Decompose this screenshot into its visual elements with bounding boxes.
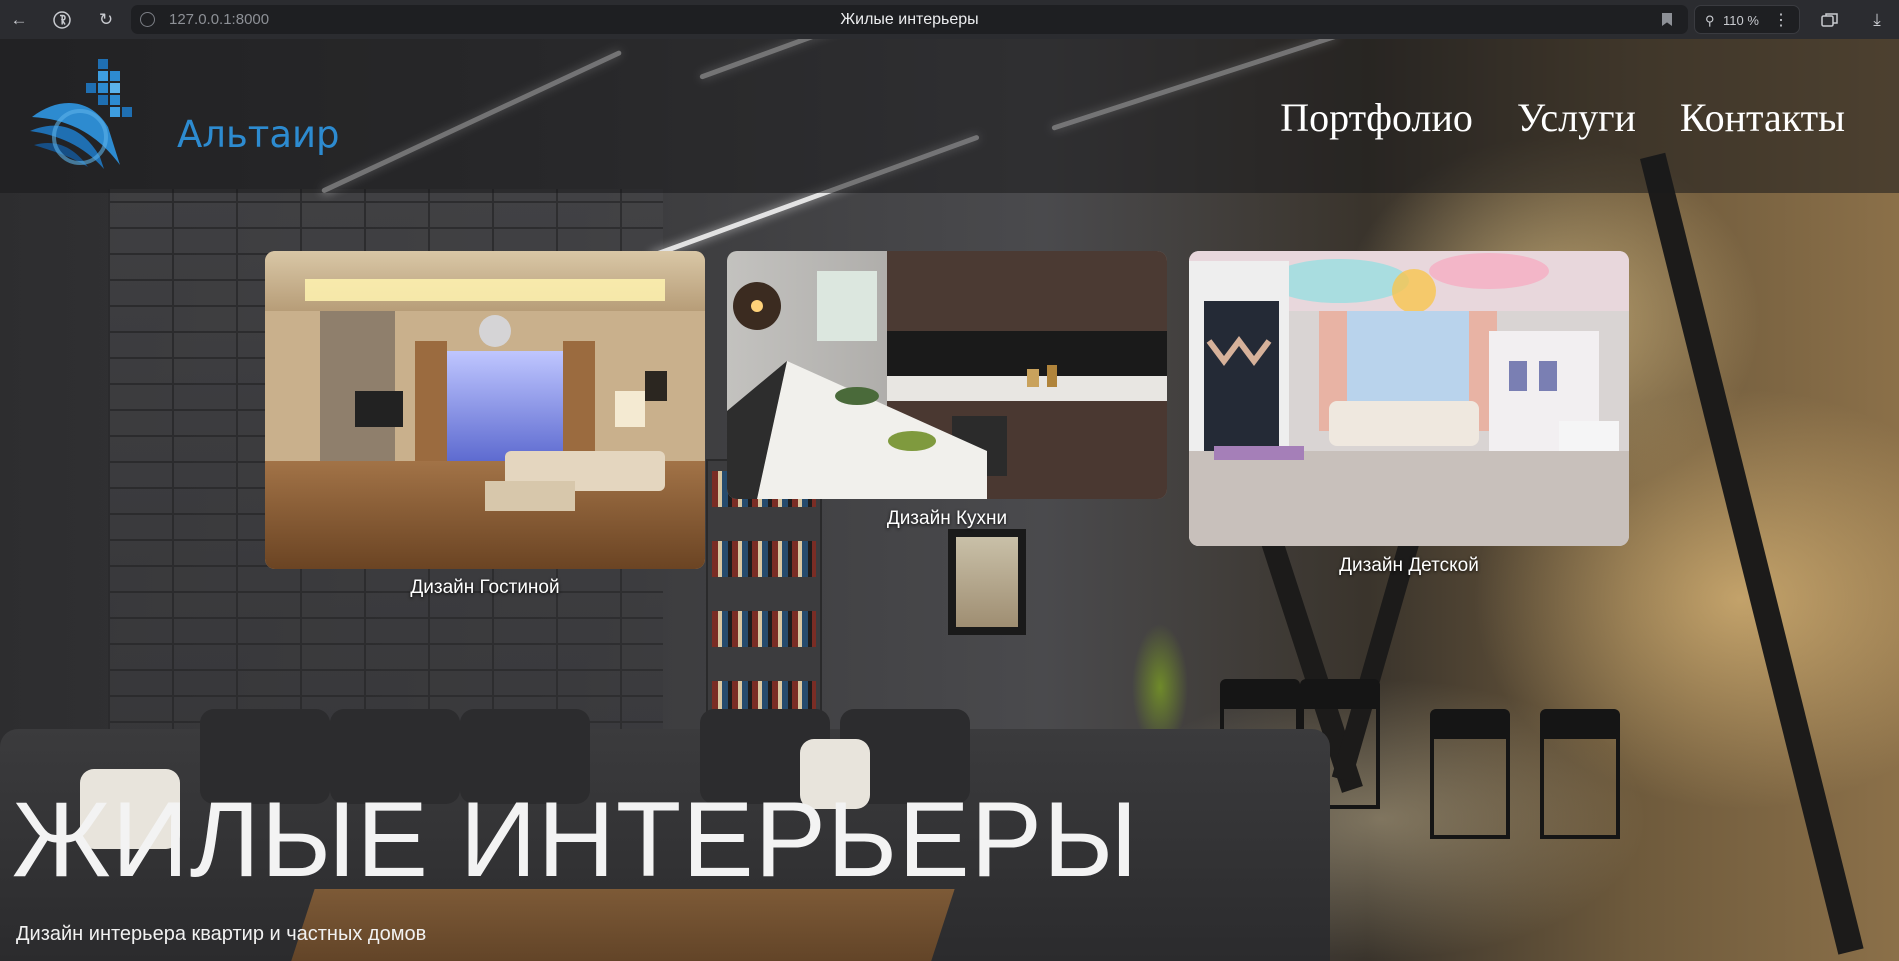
browser-toolbar: ← ↻ 127.0.0.1:8000 Жилые интерьеры ⚲ 110… [0, 0, 1899, 39]
living-room-image [265, 251, 705, 569]
page: Альтаир Портфолио Услуги Контакты Дизайн… [0, 39, 1899, 961]
chair-decor [1540, 709, 1620, 839]
card-caption: Дизайн Кухни [886, 508, 1008, 529]
zoom-icon: ⚲ [1705, 13, 1715, 28]
nav-link-portfolio[interactable]: Портфолио [1280, 94, 1473, 141]
reload-icon[interactable]: ↻ [95, 9, 117, 31]
hero-subtitle: Дизайн интерьера квартир и частных домов [16, 923, 427, 945]
site-header: Альтаир Портфолио Услуги Контакты [0, 39, 1899, 193]
card-kids-room[interactable]: Дизайн Детской [1189, 251, 1629, 579]
logo-mark-icon [30, 59, 132, 169]
kitchen-image [727, 251, 1167, 499]
card-kitchen[interactable]: Дизайн Кухни [727, 251, 1167, 541]
card-caption: Дизайн Гостиной [410, 577, 560, 598]
zoom-level: 110 % [1723, 13, 1759, 28]
logo-text: Альтаир [177, 113, 340, 156]
more-vertical-icon[interactable]: ⋮ [1773, 10, 1789, 30]
logo[interactable]: Альтаир [28, 57, 340, 172]
nav-link-services[interactable]: Услуги [1517, 94, 1636, 141]
hero-title: ЖИЛЫЕ ИНТЕРЬЕРЫ [12, 779, 1139, 899]
download-icon[interactable]: ⤓ [1866, 9, 1888, 31]
main-nav: Портфолио Услуги Контакты [1280, 94, 1845, 141]
address-bar[interactable]: 127.0.0.1:8000 Жилые интерьеры [131, 5, 1688, 34]
chair-decor [1430, 709, 1510, 839]
nav-link-contacts[interactable]: Контакты [1680, 94, 1845, 141]
zoom-control[interactable]: ⚲ 110 % ⋮ [1694, 5, 1800, 34]
kids-room-image [1189, 251, 1629, 546]
wall-picture-decor [948, 529, 1026, 635]
page-title: Жилые интерьеры [840, 11, 979, 28]
card-caption: Дизайн Детской [1339, 555, 1479, 576]
collections-icon[interactable] [1819, 9, 1841, 31]
back-arrow-icon[interactable]: ← [8, 9, 30, 31]
yandex-icon[interactable] [51, 9, 73, 31]
card-living-room[interactable]: Дизайн Гостиной [265, 251, 705, 601]
